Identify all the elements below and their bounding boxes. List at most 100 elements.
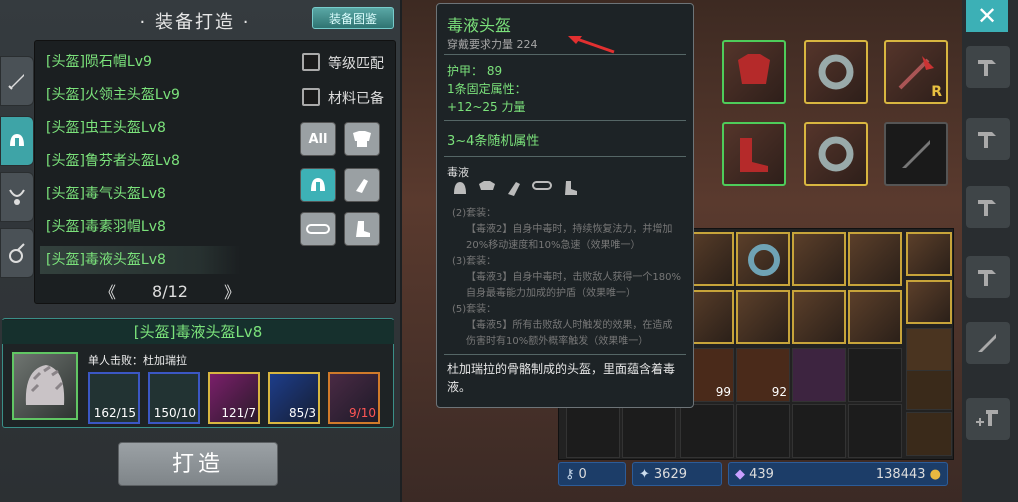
ring-icon xyxy=(818,54,854,90)
helmet-icon xyxy=(311,178,325,191)
tooltip-divider xyxy=(444,354,686,355)
equip-slot-weapon[interactable]: R xyxy=(884,40,948,104)
bag-slot[interactable] xyxy=(906,412,952,456)
key-icon: ⚷ xyxy=(565,466,575,482)
dismantle-tool-button[interactable] xyxy=(966,256,1010,298)
list-item[interactable]: [头盔]鲁芬者头盔Lv8 xyxy=(40,147,240,175)
upgrade-tool-button[interactable] xyxy=(966,398,1010,440)
set-bonus-5-header: (5)套装： xyxy=(452,304,497,315)
tooltip-item-name: 毒液头盔 xyxy=(447,16,512,35)
belt-icon xyxy=(532,181,552,190)
bag-slot[interactable] xyxy=(906,280,952,324)
inventory-item[interactable] xyxy=(848,232,902,286)
panel-title: · 装备打造 · xyxy=(139,12,251,33)
level-match-checkbox[interactable] xyxy=(302,53,320,71)
filter-glove-button[interactable] xyxy=(344,168,380,202)
inventory-item[interactable] xyxy=(848,290,902,344)
filter-all-button[interactable]: All xyxy=(300,122,336,156)
item-count: 92 xyxy=(771,385,787,399)
item-count: 99 xyxy=(715,385,731,399)
craft-button[interactable]: 打造 xyxy=(118,442,278,486)
equip-slot-chest[interactable] xyxy=(722,40,786,104)
list-item[interactable]: [头盔]毒气头盔Lv8 xyxy=(40,180,240,208)
equip-slot-ring[interactable] xyxy=(804,40,868,104)
inventory-item[interactable] xyxy=(736,290,790,344)
equip-slot-boots[interactable] xyxy=(722,122,786,186)
material-ready-label: 材料已备 xyxy=(328,91,384,107)
armor-icon xyxy=(479,181,495,190)
boots-icon xyxy=(356,221,370,237)
hammer-icon xyxy=(978,132,996,148)
material-slot[interactable]: 162/15 xyxy=(88,372,140,424)
next-page-button[interactable]: 》 xyxy=(224,279,240,303)
material-slot[interactable]: 9/10 xyxy=(328,372,380,424)
list-item[interactable]: [头盔]陨石帽Lv9 xyxy=(40,48,240,76)
list-item[interactable]: [头盔]毒素羽帽Lv8 xyxy=(40,213,240,241)
helmet-thumbnail[interactable] xyxy=(12,352,78,420)
inventory-slot-empty[interactable] xyxy=(680,404,734,458)
material-count: 162/15 xyxy=(93,406,136,420)
inventory-slot-empty[interactable] xyxy=(792,404,846,458)
close-button[interactable]: ✕ xyxy=(966,0,1008,32)
list-item[interactable]: [头盔]火领主头盔Lv9 xyxy=(40,81,240,109)
bag-slot[interactable] xyxy=(906,232,952,276)
tooltip-random-attr: 3~4条随机属性 xyxy=(447,134,540,149)
set-bonus-5-text: 【毒液5】所有击败敌人时触发的效果，在造成伤害时有10%额外概率触发（效果唯一） xyxy=(466,320,673,347)
tab-weapon[interactable] xyxy=(0,56,34,106)
inventory-slot-empty[interactable] xyxy=(848,404,902,458)
material-ready-checkbox[interactable] xyxy=(302,88,320,106)
material-slot[interactable]: 121/7 xyxy=(208,372,260,424)
list-item[interactable]: [头盔]虫王头盔Lv8 xyxy=(40,114,240,142)
crystal-icon: ◆ xyxy=(735,466,745,482)
bag-slot[interactable] xyxy=(906,328,952,372)
inventory-item[interactable] xyxy=(792,290,846,344)
helmet-icon xyxy=(10,134,24,146)
filter-belt-button[interactable] xyxy=(300,212,336,246)
equip-slot-empty-weapon[interactable] xyxy=(884,122,948,186)
inventory-slot-empty[interactable] xyxy=(736,404,790,458)
inventory-item[interactable]: 92 xyxy=(736,348,790,402)
plus-hammer-icon xyxy=(976,410,998,426)
page-indicator: 8/12 xyxy=(152,281,188,301)
rarity-badge: R xyxy=(931,84,942,100)
set-pieces xyxy=(452,180,578,196)
venom-helmet-icon xyxy=(25,365,65,405)
glove-icon xyxy=(356,179,368,193)
material-count: 150/10 xyxy=(153,406,196,420)
equip-slot-ring2[interactable] xyxy=(804,122,868,186)
armor-icon xyxy=(353,131,371,147)
glove-icon xyxy=(508,182,520,196)
inventory-slot-empty[interactable] xyxy=(566,404,620,458)
inventory-item[interactable] xyxy=(792,348,846,402)
sword-icon xyxy=(8,74,24,90)
filter-helmet-button[interactable] xyxy=(300,168,336,202)
bag-slot[interactable] xyxy=(906,370,952,410)
hammer-icon xyxy=(978,60,996,76)
equipment-atlas-button[interactable]: 装备图鉴 xyxy=(312,7,394,29)
material-slot[interactable]: 85/3 xyxy=(268,372,320,424)
red-arrow-icon xyxy=(568,36,615,54)
material-count: 85/3 xyxy=(289,406,316,420)
ring-icon xyxy=(818,136,854,172)
hammer-tool-button[interactable] xyxy=(966,118,1010,160)
filter-boots-button[interactable] xyxy=(344,212,380,246)
anvil-tool-button[interactable] xyxy=(966,46,1010,88)
filter-chest-button[interactable] xyxy=(344,122,380,156)
gem-icon: ✦ xyxy=(639,466,650,482)
tab-potion[interactable] xyxy=(0,228,34,278)
tab-helmet[interactable] xyxy=(0,116,34,166)
inventory-item[interactable] xyxy=(792,232,846,286)
gold-coin-icon: ● xyxy=(929,466,941,482)
enchant-tool-button[interactable] xyxy=(966,322,1010,364)
smith-tool-button[interactable] xyxy=(966,186,1010,228)
material-slot[interactable]: 150/10 xyxy=(148,372,200,424)
material-count: 121/7 xyxy=(221,406,256,420)
tooltip-description: 杜加瑞拉的骨骼制成的头盔，里面蕴含着毒液。 xyxy=(447,362,676,394)
list-item-selected[interactable]: [头盔]毒液头盔Lv8 xyxy=(40,246,240,274)
inventory-item[interactable] xyxy=(736,232,790,286)
inventory-slot-empty[interactable] xyxy=(622,404,676,458)
tab-necklace[interactable] xyxy=(0,172,34,222)
potion-icon xyxy=(9,243,25,263)
inventory-slot-empty[interactable] xyxy=(848,348,902,402)
prev-page-button[interactable]: 《 xyxy=(100,279,116,303)
